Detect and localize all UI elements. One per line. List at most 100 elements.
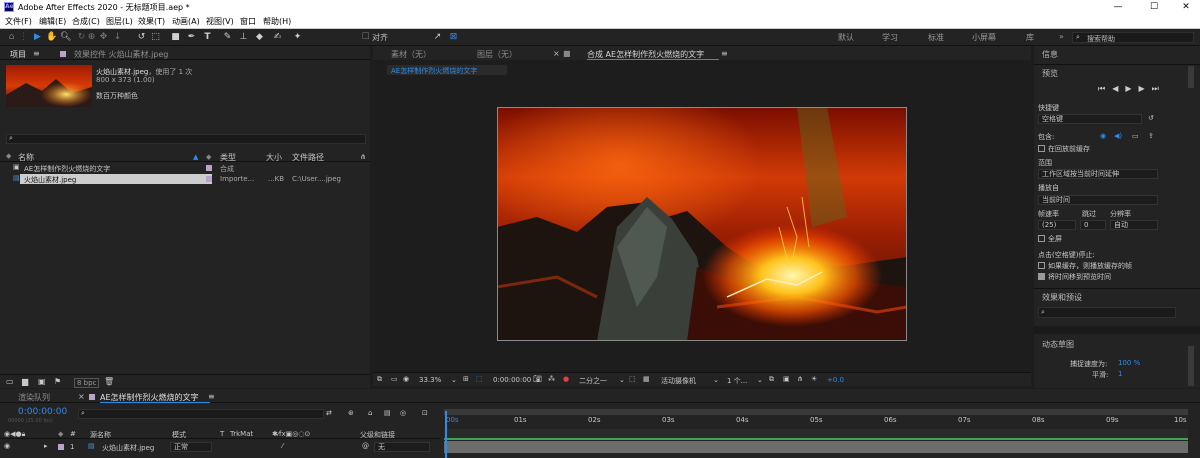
expand-arrow-icon[interactable]: ▸ (44, 442, 48, 450)
monitor-icon[interactable]: ▭ (391, 375, 398, 383)
graph-editor-icon[interactable]: ⊡ (422, 409, 428, 417)
pan-behind-icon[interactable]: ↺ (136, 31, 147, 43)
anchor-icon[interactable]: ⬚ (150, 31, 161, 43)
timeline-timecode[interactable]: 0:00:00:00 (18, 407, 67, 417)
new-comp-icon[interactable]: ▣ (38, 377, 46, 386)
scrollbar[interactable] (1188, 346, 1194, 386)
play-from-select[interactable]: 当前时间 (1038, 195, 1158, 205)
layer-label-color[interactable] (58, 444, 64, 450)
cache-before-checkbox[interactable] (1038, 145, 1045, 152)
transparency-grid-icon[interactable]: ▦ (643, 375, 650, 383)
flowchart-icon[interactable]: ⚑ (54, 377, 61, 386)
zoom-value[interactable]: 33.3% (419, 376, 441, 384)
range-select[interactable]: 工作区域按当前时间延伸 (1038, 169, 1158, 179)
column-name[interactable]: 名称 (18, 152, 34, 163)
next-frame-icon[interactable]: ▶ (1139, 84, 1152, 93)
info-panel-title[interactable]: 信息 (1042, 49, 1058, 60)
overlay-icon[interactable]: ▭ (1132, 132, 1139, 140)
mask-icon[interactable]: ◉ (403, 375, 409, 383)
column-path[interactable]: 文件路径 (292, 152, 324, 163)
draft-3d-icon[interactable]: ⊛ (348, 409, 354, 417)
time-ruler[interactable]: 00s 01s 02s 03s 04s 05s 06s 07s 08s 09s … (444, 415, 1188, 429)
resolution-select[interactable]: 自动 (1110, 220, 1158, 230)
snap-icon[interactable]: ↗ (432, 31, 443, 43)
flowchart-icon[interactable]: ⋔ (797, 375, 803, 383)
panel-menu-icon[interactable]: ≡ (721, 49, 728, 58)
workspace-standard[interactable]: 标准 (928, 32, 944, 43)
effects-search-field[interactable]: ⌕ (1038, 307, 1176, 318)
workspace-small-screen[interactable]: 小屏幕 (972, 32, 996, 43)
motion-sketch-title[interactable]: 动态草图 (1042, 339, 1074, 350)
lock-icon[interactable]: ■ (563, 49, 571, 58)
selection-icon[interactable]: ▶ (32, 31, 43, 43)
camera-orbit-icon[interactable]: ⊕ (86, 31, 97, 43)
reset-icon[interactable]: ↺ (1148, 114, 1154, 122)
preview-panel-title[interactable]: 预览 (1042, 68, 1058, 79)
first-frame-icon[interactable]: ⏮ (1098, 84, 1112, 93)
close-icon[interactable]: × (78, 392, 85, 401)
timeline-icon[interactable]: ▣ (783, 375, 790, 383)
reset-exposure-icon[interactable]: ☀ (811, 375, 817, 383)
maximize-button[interactable]: ☐ (1140, 1, 1168, 13)
project-row[interactable]: ▣ AE怎样制作烈火燃烧的文字 合成 (10, 163, 370, 173)
column-type[interactable]: 类型 (220, 152, 236, 163)
dolly-icon[interactable]: ↓ (112, 31, 123, 43)
column-trkmat[interactable]: TrkMat (230, 430, 253, 438)
chevron-down-icon[interactable]: ⌄ (619, 376, 625, 384)
info-scrollbar[interactable] (1188, 66, 1194, 88)
help-search-field[interactable]: ⌕ 搜索帮助 (1072, 32, 1194, 43)
channel-icon[interactable]: ⁂ (548, 375, 555, 383)
bpc-label[interactable]: 8 bpc (74, 378, 100, 388)
chevron-down-icon[interactable]: ⌄ (757, 376, 763, 384)
tab-render-queue[interactable]: 渲染队列 (18, 392, 50, 403)
tab-project[interactable]: 项目 (10, 49, 26, 60)
timeline-search-field[interactable]: ⌕ (78, 409, 324, 419)
workspace-more[interactable]: » (1059, 32, 1064, 41)
column-source-name[interactable]: 源名称 (90, 430, 111, 440)
effects-panel-title[interactable]: 效果和预设 (1042, 292, 1082, 303)
snap-options-icon[interactable]: ⊠ (448, 31, 459, 43)
minimize-button[interactable]: — (1104, 1, 1132, 13)
menu-composition[interactable]: 合成(C) (72, 16, 100, 27)
video-icon[interactable]: ◉ (1100, 132, 1106, 140)
home-icon[interactable]: ⌂ (6, 31, 17, 43)
rectangle-icon[interactable]: ■ (170, 31, 181, 43)
close-button[interactable]: ✕ (1172, 1, 1200, 13)
menu-window[interactable]: 窗口 (240, 16, 256, 27)
region-of-interest-icon[interactable]: ⬚ (629, 375, 636, 383)
grid-icon[interactable]: ⊞ (463, 375, 469, 383)
frame-blending-icon[interactable]: ▤ (384, 409, 391, 417)
menu-layer[interactable]: 图层(L) (106, 16, 133, 27)
camera-value[interactable]: 活动摄像机 (661, 376, 696, 386)
workspace-learn[interactable]: 学习 (882, 32, 898, 43)
capture-value[interactable]: 100 % (1118, 359, 1140, 367)
tab-layer[interactable]: 图层（无） (477, 49, 517, 60)
roto-icon[interactable]: ✍ (272, 31, 283, 43)
project-search-field[interactable]: ⌕ (6, 134, 366, 144)
folder-icon[interactable]: ▆ (22, 377, 28, 386)
pickwhip-icon[interactable]: @ (362, 442, 369, 450)
parent-select[interactable]: 无 (374, 442, 430, 452)
exposure-value[interactable]: +0.0 (827, 376, 844, 384)
viewer-timecode[interactable]: 0:00:00:00 (493, 376, 531, 384)
menu-help[interactable]: 帮助(H) (263, 16, 291, 27)
project-row-selected[interactable]: ▤ 火焰山素材.jpeg Importe... ...KB C:\User...… (10, 174, 370, 184)
interpret-footage-icon[interactable]: ▭ (6, 377, 14, 386)
color-channels-icon[interactable]: ● (563, 375, 569, 383)
stop-opt2-checkbox[interactable] (1038, 273, 1045, 280)
chevron-down-icon[interactable]: ⌄ (451, 376, 457, 384)
fps-select[interactable]: (25) (1038, 220, 1076, 230)
camera-pan-icon[interactable]: ✥ (98, 31, 109, 43)
text-icon[interactable]: T (202, 31, 213, 43)
workspace-libraries[interactable]: 库 (1026, 32, 1034, 43)
menu-effect[interactable]: 效果(T) (138, 16, 165, 27)
menu-file[interactable]: 文件(F) (5, 16, 32, 27)
motion-blur-icon[interactable]: ◎ (400, 409, 406, 417)
panel-menu-icon[interactable]: ≡ (33, 49, 40, 58)
tab-footage[interactable]: 素材（无） (391, 49, 431, 60)
hand-icon[interactable]: ✋ (46, 31, 57, 43)
zoom-icon[interactable]: 🔍︎ (60, 31, 71, 43)
fast-preview-icon[interactable]: ⧉ (769, 375, 774, 384)
play-icon[interactable]: ▶ (1125, 84, 1138, 93)
export-icon[interactable]: ⇪ (1148, 132, 1154, 140)
